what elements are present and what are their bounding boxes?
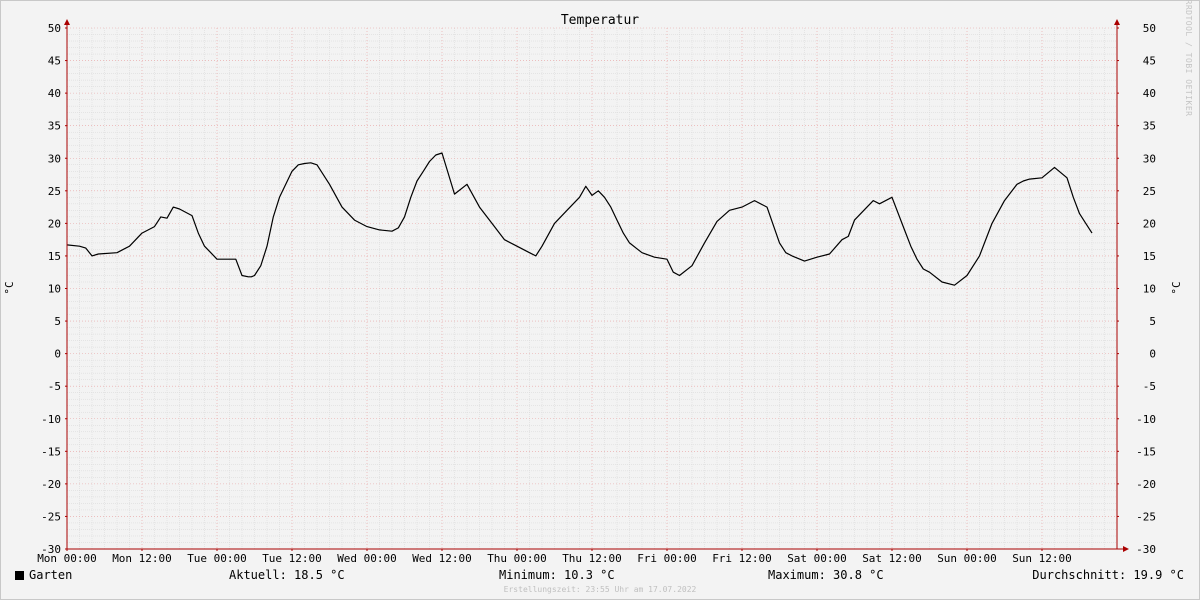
y-tick-label-right: 5 — [1149, 315, 1156, 328]
y-tick-label-right: 30 — [1143, 152, 1156, 165]
legend-swatch — [15, 571, 24, 580]
y-tick-label-left: -10 — [41, 413, 61, 426]
x-tick-label: Sun 00:00 — [937, 552, 997, 565]
x-tick-label: Fri 12:00 — [712, 552, 772, 565]
x-tick-label: Tue 00:00 — [187, 552, 247, 565]
x-tick-label: Tue 12:00 — [262, 552, 322, 565]
y-tick-label-left: 5 — [54, 315, 61, 328]
x-axis-ticks: Mon 00:00 Mon 12:00 Tue 00:00 Tue 12:00 Wed … — [37, 549, 1072, 565]
y-tick-label-left: 10 — [48, 283, 61, 296]
x-tick-label: Thu 12:00 — [562, 552, 622, 565]
temperature-chart: Temperatur 50454035302520151050-5-10-15-… — [3, 0, 1193, 565]
x-tick-label: Wed 00:00 — [337, 552, 397, 565]
y-axis-left-ticks: 50454035302520151050-5-10-15-20-25-30 — [41, 22, 67, 556]
y-tick-label-left: -20 — [41, 478, 61, 491]
legend-average: Durchschnitt: 19.9 °C — [1032, 568, 1184, 582]
y-tick-label-left: -5 — [48, 380, 61, 393]
y-tick-label-right: -5 — [1143, 380, 1156, 393]
creation-time-footer: Erstellungszeit: 23:55 Uhr am 17.07.2022 — [503, 585, 697, 594]
x-tick-label: Mon 00:00 — [37, 552, 97, 565]
y-axis-right-ticks: 50454035302520151050-5-10-15-20-25-30 — [1117, 22, 1156, 556]
y-tick-label-left: -15 — [41, 445, 61, 458]
legend-minimum: Minimum: 10.3 °C — [499, 568, 615, 582]
y-tick-label-right: -30 — [1136, 543, 1156, 556]
x-tick-label: Sat 00:00 — [787, 552, 847, 565]
legend-current: Aktuell: 18.5 °C — [229, 568, 345, 582]
y-tick-label-right: 20 — [1143, 217, 1156, 230]
y-tick-label-left: -25 — [41, 510, 61, 523]
y-tick-label-right: 35 — [1143, 120, 1156, 133]
y-tick-label-right: 10 — [1143, 283, 1156, 296]
y-axis-arrow-right — [1114, 19, 1120, 25]
y-tick-label-right: -15 — [1136, 445, 1156, 458]
y-axis-label-right: °C — [1170, 281, 1183, 294]
chart-title: Temperatur — [561, 13, 639, 28]
grid — [66, 27, 1117, 550]
x-tick-label: Thu 00:00 — [487, 552, 547, 565]
x-axis-arrow — [1123, 546, 1129, 552]
y-tick-label-right: -25 — [1136, 510, 1156, 523]
y-tick-label-left: 45 — [48, 55, 61, 68]
x-tick-label: Wed 12:00 — [412, 552, 472, 565]
y-tick-label-right: 25 — [1143, 185, 1156, 198]
y-tick-label-left: 0 — [54, 348, 61, 361]
y-tick-label-right: -20 — [1136, 478, 1156, 491]
x-tick-label: Sat 12:00 — [862, 552, 922, 565]
y-tick-label-right: 45 — [1143, 55, 1156, 68]
legend-series-name: Garten — [29, 568, 73, 582]
y-axis-label-left: °C — [3, 281, 16, 294]
y-tick-label-right: -10 — [1136, 413, 1156, 426]
y-tick-label-right: 50 — [1143, 22, 1156, 35]
y-tick-label-left: 40 — [48, 87, 61, 100]
y-tick-label-right: 0 — [1149, 348, 1156, 361]
legend-maximum: Maximum: 30.8 °C — [768, 568, 884, 582]
legend-series: Garten — [15, 568, 72, 582]
rrdtool-watermark: RRDTOOL / TOBI OETIKER — [1184, 0, 1193, 116]
y-tick-label-left: 25 — [48, 185, 61, 198]
y-tick-label-left: 50 — [48, 22, 61, 35]
y-tick-label-right: 40 — [1143, 87, 1156, 100]
x-tick-label: Mon 12:00 — [112, 552, 172, 565]
axes — [64, 19, 1129, 552]
y-tick-label-left: 35 — [48, 120, 61, 133]
y-axis-arrow-left — [64, 19, 70, 25]
y-tick-label-left: 15 — [48, 250, 61, 263]
y-tick-label-left: 20 — [48, 217, 61, 230]
y-tick-label-left: 30 — [48, 152, 61, 165]
x-tick-label: Fri 00:00 — [637, 552, 697, 565]
x-tick-label: Sun 12:00 — [1012, 552, 1072, 565]
y-tick-label-right: 15 — [1143, 250, 1156, 263]
